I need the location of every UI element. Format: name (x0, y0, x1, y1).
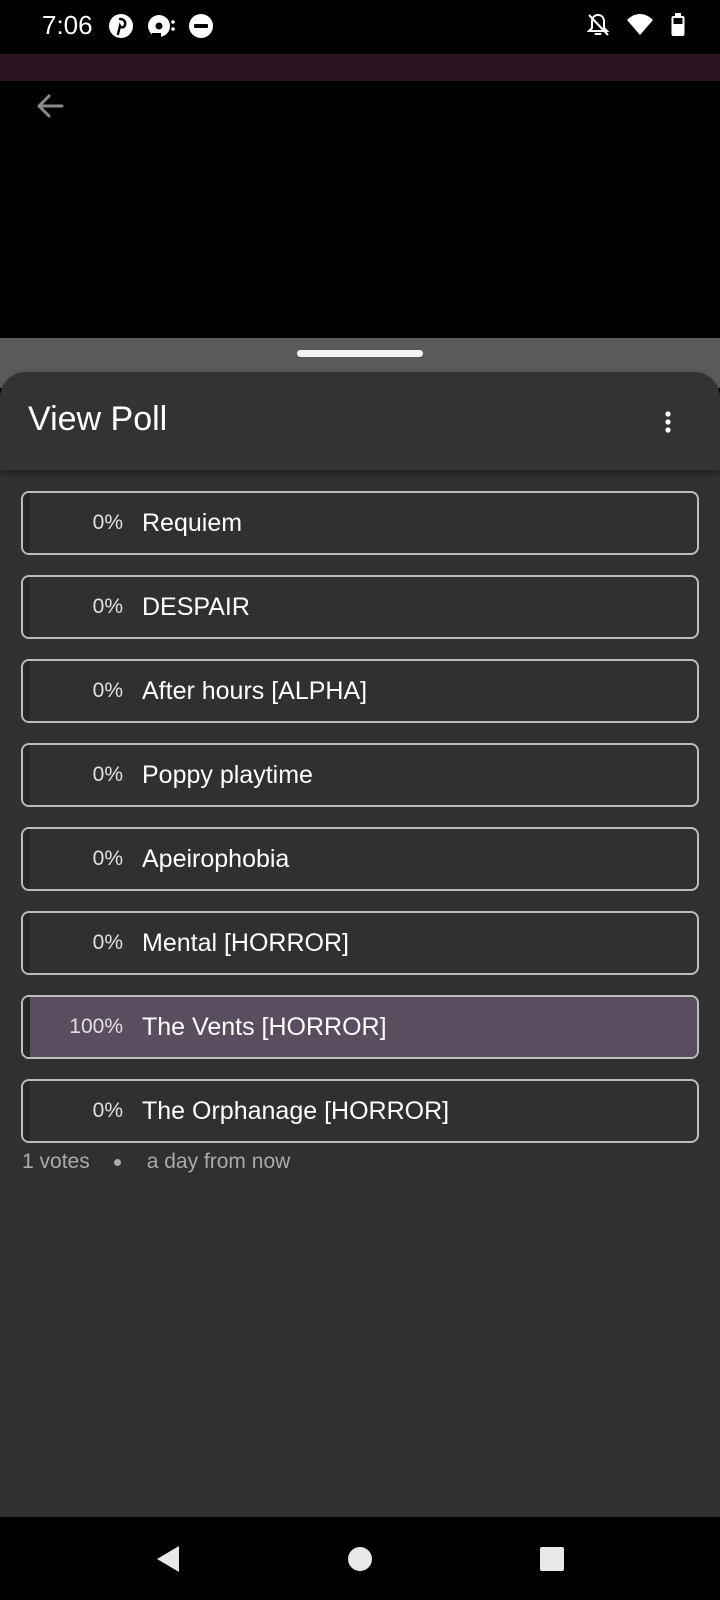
do-not-disturb-icon (189, 14, 213, 38)
option-label: Mental [HORROR] (142, 929, 349, 957)
option-label: Apeirophobia (142, 845, 290, 873)
back-button[interactable] (30, 86, 70, 126)
status-bar: 7:06 (0, 0, 720, 54)
option-label: The Vents [HORROR] (142, 1013, 387, 1041)
poll-option[interactable]: 0% The Orphanage [HORROR] (21, 1079, 699, 1143)
status-right-icons (586, 12, 686, 38)
accent-strip (0, 54, 720, 81)
poll-option[interactable]: 0% Poppy playtime (21, 743, 699, 807)
back-triangle-icon (157, 1546, 179, 1572)
poll-option[interactable]: 0% DESPAIR (21, 575, 699, 639)
pinterest-icon (109, 14, 133, 38)
recents-square-icon (540, 1547, 564, 1571)
navigation-bar (0, 1517, 720, 1600)
poll-option[interactable]: 0% Apeirophobia (21, 827, 699, 891)
battery-icon (671, 13, 685, 36)
poll-option[interactable]: 0% Requiem (21, 491, 699, 555)
poll-option[interactable]: 0% Mental [HORROR] (21, 911, 699, 975)
option-label: After hours [ALPHA] (142, 677, 368, 705)
option-percent: 0% (92, 511, 123, 534)
poll-sheet: View Poll 0% Requiem 0% DESPAIR 0% After hour… (0, 372, 720, 1517)
page-title: View Poll (28, 400, 168, 438)
arrow-back-icon (37, 94, 64, 118)
option-label: The Orphanage [HORROR] (142, 1097, 450, 1125)
option-label: Poppy playtime (142, 761, 313, 789)
drag-handle[interactable] (297, 350, 423, 357)
separator-dot (113, 1158, 121, 1166)
screen: 7:06 View Poll 0% Requiem 0% DESPAIR 0% … (0, 0, 720, 1600)
more-options-button[interactable] (656, 402, 680, 442)
nav-back-button[interactable] (148, 1539, 188, 1579)
option-label: DESPAIR (142, 593, 250, 621)
notifications-off-icon (586, 13, 610, 36)
option-percent: 0% (92, 763, 123, 786)
status-left-icons (108, 13, 214, 39)
poll-options: 0% Requiem 0% DESPAIR 0% After hours [ALPHA] 0… (21, 491, 699, 1163)
poll-meta: 1 votes a day from now (22, 1150, 290, 1174)
option-percent: 0% (92, 931, 123, 954)
option-percent: 100% (69, 1015, 123, 1038)
more-vertical-icon (665, 411, 671, 433)
status-time: 7:06 (42, 10, 93, 40)
vote-count: 1 votes (22, 1150, 90, 1173)
option-label: Requiem (142, 509, 243, 537)
option-percent: 0% (92, 1099, 123, 1122)
nav-recents-button[interactable] (532, 1539, 572, 1579)
poll-expiry: a day from now (146, 1150, 291, 1173)
poll-option[interactable]: 0% After hours [ALPHA] (21, 659, 699, 723)
poll-option[interactable]: 100% The Vents [HORROR] (21, 995, 699, 1059)
sheet-header: View Poll (0, 372, 720, 470)
nav-home-button[interactable] (340, 1539, 380, 1579)
option-percent: 0% (92, 595, 123, 618)
option-percent: 0% (92, 847, 123, 870)
home-circle-icon (348, 1547, 372, 1571)
option-percent: 0% (92, 679, 123, 702)
wifi-icon (627, 14, 653, 35)
podcast-icon (148, 15, 175, 37)
